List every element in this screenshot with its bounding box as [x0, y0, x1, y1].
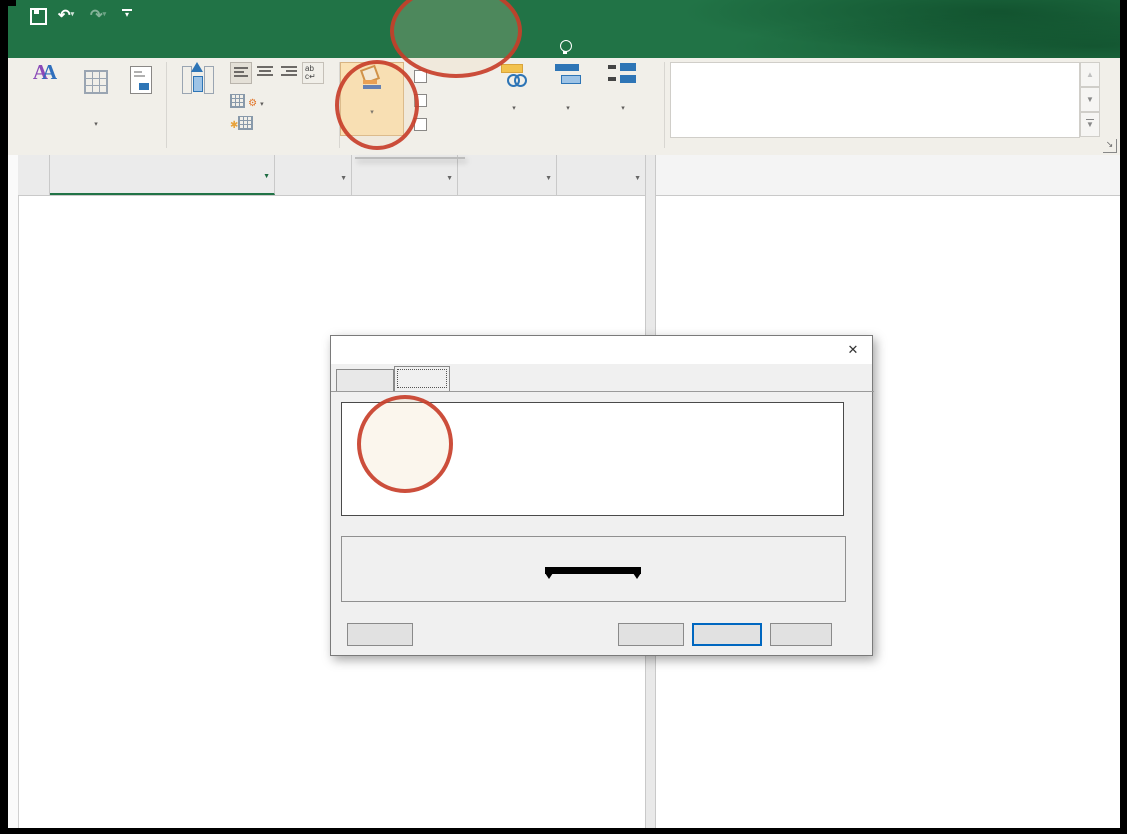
close-icon[interactable]: ✕	[842, 340, 864, 360]
column-header-start[interactable]: ▼	[352, 155, 458, 195]
save-icon[interactable]	[30, 8, 47, 25]
dialog-launcher-icon[interactable]: ↘	[1103, 139, 1117, 153]
filter-arrow-icon[interactable]: ▼	[545, 175, 552, 182]
filter-arrow-icon[interactable]: ▼	[340, 175, 347, 182]
gantt-timescale-header	[656, 155, 1120, 196]
gallery-scroll-down-button[interactable]: ▼	[1080, 87, 1100, 112]
gallery-more-button[interactable]: ▼	[1080, 112, 1100, 137]
gridlines-icon	[84, 70, 108, 94]
baseline-button[interactable]: ▾	[542, 62, 594, 115]
wrap-text-icon[interactable]: abc↵	[302, 62, 324, 84]
chevron-down-icon: ▾	[260, 101, 264, 108]
slack-checkbox[interactable]	[414, 94, 432, 108]
column-header-pct-complete[interactable]: ▼	[557, 155, 645, 195]
late-tasks-checkbox[interactable]	[414, 118, 432, 132]
help-button[interactable]	[347, 623, 413, 646]
column-settings-button[interactable]: ⚙ ▾	[230, 94, 264, 109]
custom-fields-icon	[238, 116, 253, 130]
chevron-down-icon: ▾	[512, 105, 516, 112]
checkbox-icon	[414, 118, 427, 131]
text-styles-button[interactable]: AA	[20, 62, 70, 100]
format-dropdown-button[interactable]: ▾	[340, 62, 404, 136]
chevron-down-icon: ▾	[566, 105, 570, 112]
tab-divider	[331, 391, 874, 392]
chevron-down-icon: ▾	[621, 105, 625, 112]
group-separator	[664, 62, 665, 148]
task-path-button[interactable]: ▾	[490, 62, 538, 115]
column-header-duration[interactable]: ▼	[275, 155, 352, 195]
align-right-icon[interactable]	[278, 62, 300, 84]
gantt-chart-style-gallery	[670, 62, 1080, 138]
column-header-task-name[interactable]: ▼	[50, 155, 275, 195]
filter-arrow-icon[interactable]: ▼	[263, 173, 270, 180]
sample-bar-left-cap	[545, 573, 553, 579]
format-bar-dialog: ✕	[330, 335, 873, 656]
window-border-bottom	[0, 828, 1127, 834]
layout-button[interactable]	[120, 62, 162, 100]
tab-bar-text[interactable]	[394, 366, 450, 391]
table-header: ▼ ▼ ▼ ▼ ▼	[18, 155, 645, 196]
filter-arrow-icon[interactable]: ▼	[634, 175, 641, 182]
group-separator	[166, 62, 167, 148]
chevron-down-icon: ▾	[94, 121, 98, 128]
title-bar: ↶▾ ↷▾ ▾	[8, 0, 1120, 58]
align-left-icon[interactable]	[230, 62, 252, 84]
format-paint-icon	[359, 67, 385, 91]
reset-button[interactable]	[618, 623, 684, 646]
star-icon: ✱	[230, 120, 238, 131]
critical-tasks-checkbox[interactable]	[414, 70, 432, 84]
checkbox-icon	[414, 70, 427, 83]
sample-preview	[341, 536, 846, 602]
layout-icon	[130, 66, 152, 94]
sample-bar-right-cap	[633, 573, 641, 579]
gallery-scroll-up-button[interactable]: ▲	[1080, 62, 1100, 87]
column-header-finish[interactable]: ▼	[458, 155, 557, 195]
window-border-right	[1120, 0, 1127, 834]
checkbox-icon	[414, 94, 427, 107]
slippage-icon	[608, 62, 638, 88]
gridlines-button[interactable]: ▾	[72, 62, 120, 131]
sample-summary-bar	[545, 567, 641, 574]
customize-quick-access-icon[interactable]: ▾	[122, 9, 132, 17]
window-border-left	[0, 0, 8, 834]
cancel-button[interactable]	[770, 623, 832, 646]
filter-arrow-icon[interactable]: ▼	[446, 175, 453, 182]
gear-icon: ⚙	[248, 98, 257, 109]
lightbulb-icon	[560, 40, 572, 52]
select-all-corner[interactable]	[18, 155, 50, 195]
text-styles-icon: AA	[20, 62, 70, 100]
ok-button[interactable]	[692, 623, 762, 646]
slippage-button[interactable]: ▾	[596, 62, 650, 115]
undo-icon[interactable]: ↶▾	[58, 6, 74, 24]
tell-me-box[interactable]	[560, 34, 580, 58]
task-path-icon	[499, 62, 529, 88]
window-corner	[0, 0, 16, 6]
column-settings-icon	[230, 94, 245, 108]
tab-bar-shape[interactable]	[336, 369, 394, 391]
insert-column-icon	[174, 62, 226, 100]
format-dropdown-menu	[355, 157, 465, 159]
baseline-icon	[553, 62, 583, 88]
custom-fields-button[interactable]: ✱	[230, 116, 253, 131]
align-center-icon[interactable]	[254, 62, 276, 84]
bar-text-position-table	[341, 402, 844, 516]
insert-column-button[interactable]	[174, 62, 226, 100]
titlebar-decoration	[628, 0, 1120, 58]
chevron-down-icon: ▾	[370, 109, 374, 116]
dialog-title-bar: ✕	[331, 336, 872, 364]
redo-icon[interactable]: ↷▾	[90, 6, 106, 24]
